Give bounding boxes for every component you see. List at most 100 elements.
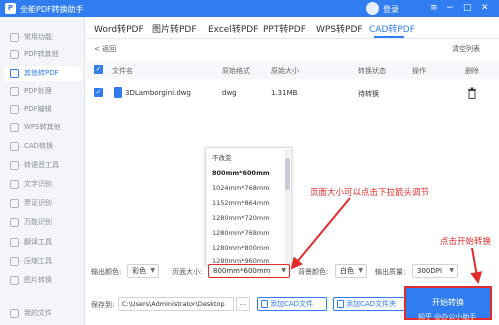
cell-status: 待转换 [358,90,379,98]
cell-size: 1.31MB [271,89,298,97]
sidebar-item-label: WPS转其他 [24,123,61,131]
close-icon[interactable]: ✕ [481,2,489,15]
menu-icon[interactable]: ≡ [430,2,438,15]
app-title: 全能PDF转换助手 [20,5,84,14]
page-size-dropdown: 不改变 800mm*600mm 1024mm*768mm 1152mm*864m… [205,147,292,266]
col-header-status: 转换状态 [358,67,386,75]
page-size-annotation: 页面大小可以点击下拉箭头调节 [310,188,430,198]
tab-image-to-pdf[interactable]: 图片转PDF [152,22,197,35]
sidebar: 常用功能 PDF转其他 其他转PDF PDF处理 PDF编辑 WPS转其他 CA… [0,17,85,325]
add-cad-file-button[interactable]: 添加CAD文件 [257,297,327,311]
tab-word-to-pdf[interactable]: Word转PDF [94,22,144,35]
browse-button[interactable]: ... [236,297,250,311]
sidebar-item-cad[interactable]: CAD转换 [4,139,82,154]
dropdown-option[interactable]: 1280mm*768mm [206,226,285,241]
sidebar-item-common[interactable]: 常用功能 [4,30,82,45]
file-icon [114,87,122,98]
col-header-action: 操作 [412,67,426,75]
sidebar-item-label: PDF转其他 [24,50,59,58]
chevron-down-icon: ▼ [449,267,454,274]
edit-icon [10,105,19,114]
sidebar-item-label: 图片转换 [24,276,52,284]
dropdown-option[interactable]: 800mm*600mm [206,166,285,181]
sidebar-item-label: CAD转换 [24,142,54,150]
col-header-size: 原始大小 [271,67,299,75]
sidebar-item-image[interactable]: 图片转换 [4,273,82,288]
login-link[interactable]: 登录 [383,4,399,15]
col-header-name: 文件名 [112,67,133,75]
file-convert-icon [10,69,19,78]
arrow-to-page-size [290,197,351,270]
bg-color-value: 白色 [340,267,354,275]
save-to-label: 保存到: [91,301,115,309]
sidebar-item-label: 文字识别 [24,180,52,188]
output-color-select[interactable]: 彩色 ▼ [127,264,159,278]
sidebar-item-pdf-process[interactable]: PDF处理 [4,84,82,99]
output-color-value: 彩色 [132,267,146,275]
page-size-select[interactable]: 800mm*600mm ▼ [208,264,290,278]
text-scan-icon [10,180,19,189]
row-checkbox[interactable]: ✓ [94,88,103,97]
chevron-down-icon: ▼ [281,267,286,274]
sidebar-item-universal[interactable]: 万能识别 [4,215,82,230]
tab-wps-to-pdf[interactable]: WPS转PDF [316,22,363,35]
options-bar: 输出颜色: 彩色 ▼ 页面大小: 800mm*600mm ▼ 背景颜色: 白色 ▼ 输… [86,262,499,280]
maximize-icon[interactable]: □ [463,2,472,15]
dropdown-option[interactable]: 不改变 [206,151,285,166]
cell-format: dwg [222,89,237,97]
sidebar-item-label: PDF处理 [24,87,52,95]
sidebar-item-ticket[interactable]: 票证识别 [4,196,82,211]
title-bar: P 全能PDF转换助手 登录 ≡ − □ ✕ [0,0,499,17]
tab-excel-to-pdf[interactable]: Excel转PDF [208,22,258,35]
tab-ppt-to-pdf[interactable]: PPT转PDF [263,22,306,35]
sidebar-item-voice[interactable]: 转语音工具 [4,158,82,173]
sidebar-item-pdf-to-other[interactable]: PDF转其他 [4,47,82,62]
compress-icon [10,257,19,266]
add-cad-file-label: 添加CAD文件 [270,300,314,308]
bg-color-select[interactable]: 白色 ▼ [335,264,367,278]
sidebar-item-label: 转语音工具 [24,161,59,169]
sidebar-item-label: 压缩工具 [24,257,52,265]
dropdown-option[interactable]: 1024mm*768mm [206,181,285,196]
sidebar-item-my-files[interactable]: 我的文件 [4,306,82,321]
dropdown-option[interactable]: 1280mm*720mm [206,211,285,226]
sidebar-item-pdf-edit[interactable]: PDF编辑 [4,102,82,117]
save-path-input[interactable]: C:\Users\Administrator\Desktop [118,297,234,311]
dropdown-scrollbar-thumb[interactable] [285,158,290,190]
wps-icon [10,123,19,132]
output-quality-select[interactable]: 300DPI ▼ [412,264,458,278]
app-window: P 全能PDF转换助手 登录 ≡ − □ ✕ 常用功能 PDF转其他 其他转PD… [0,0,499,325]
add-cad-folder-label: 添加CAD文件夹 [346,300,397,308]
sidebar-item-label: 票证识别 [24,199,52,207]
active-tab-indicator [374,36,404,38]
file-table-header: ✓ 文件名 原始格式 原始大小 转换状态 操作 删除 [86,61,499,79]
folder-icon [10,309,19,318]
start-annotation: 点击开始转换 [440,237,492,247]
back-button[interactable]: < 返回 [94,44,116,54]
sidebar-item-label: PDF编辑 [24,105,52,113]
trash-icon[interactable] [467,87,477,99]
sidebar-item-other-to-pdf[interactable]: 其他转PDF [4,66,82,81]
clear-list-button[interactable]: 清空列表 [452,44,480,54]
scan-icon [10,218,19,227]
tab-cad-to-pdf[interactable]: CAD转PDF [369,22,415,35]
page-size-value: 800mm*600mm [213,267,271,275]
sidebar-item-compress[interactable]: 压缩工具 [4,254,82,269]
cad-icon [10,142,19,151]
user-avatar-icon[interactable] [366,2,379,15]
chevron-down-icon: ▼ [150,267,155,274]
output-quality-label: 输出质量: [375,268,406,276]
col-header-format: 原始格式 [222,67,250,75]
add-cad-folder-button[interactable]: 添加CAD文件夹 [333,297,405,311]
sidebar-item-label: 翻译工具 [24,238,52,246]
bg-color-label: 背景颜色: [298,268,329,276]
add-folder-icon [337,300,344,308]
minimize-icon[interactable]: − [446,2,454,15]
sidebar-item-wps[interactable]: WPS转其他 [4,120,82,135]
tab-bar: Word转PDF 图片转PDF Excel转PDF PPT转PDF WPS转PD… [86,17,499,39]
sidebar-item-translate[interactable]: 翻译工具 [4,235,82,250]
select-all-checkbox[interactable]: ✓ [94,65,103,74]
dropdown-option[interactable]: 1152mm*864mm [206,196,285,211]
sidebar-item-ocr[interactable]: 文字识别 [4,177,82,192]
cell-filename: 3DLamborgini.dwg [125,89,191,97]
